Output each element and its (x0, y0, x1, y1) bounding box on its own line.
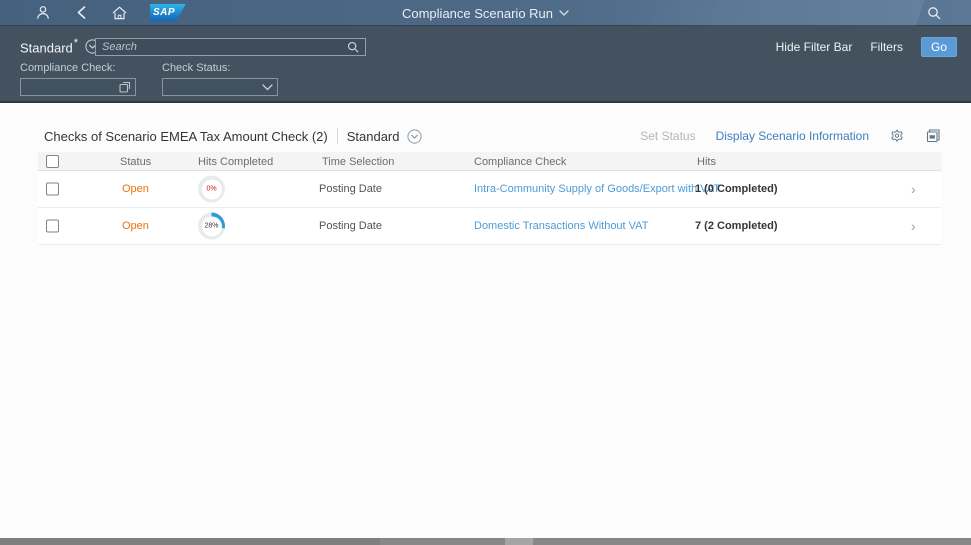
row-navigation-chevron-icon[interactable]: › (911, 219, 916, 233)
table-row[interactable]: Open 28% Posting Date Domestic Transacti… (38, 208, 941, 245)
app-title: Compliance Scenario Run (402, 6, 553, 21)
value-help-icon[interactable] (119, 81, 131, 93)
table-toolbar: Checks of Scenario EMEA Tax Amount Check… (0, 123, 971, 149)
progress-label: 28% (202, 216, 222, 236)
display-scenario-information-link[interactable]: Display Scenario Information (716, 129, 869, 143)
table-title: Checks of Scenario EMEA Tax Amount Check… (44, 129, 328, 144)
table-header-row: Status Hits Completed Time Selection Com… (38, 152, 941, 171)
status-value: Open (122, 183, 149, 195)
status-value: Open (122, 220, 149, 232)
variant-label: Standard (20, 40, 73, 55)
variant-chevron-circle-icon (407, 129, 422, 144)
sap-logo[interactable]: SAP (150, 4, 186, 22)
progress-indicator: 0% (198, 176, 225, 203)
progress-label: 0% (202, 179, 222, 199)
set-status-button[interactable]: Set Status (640, 129, 695, 143)
column-header-status: Status (120, 156, 151, 168)
search-icon[interactable] (925, 4, 943, 22)
compliance-check-input[interactable] (20, 78, 136, 96)
compliance-check-label: Compliance Check: (20, 62, 136, 74)
table-variant-selector[interactable]: Standard (347, 129, 422, 144)
column-header-time-selection: Time Selection (322, 156, 394, 168)
row-navigation-chevron-icon[interactable]: › (911, 182, 916, 196)
time-selection-value: Posting Date (319, 220, 382, 232)
column-header-compliance-check: Compliance Check (474, 156, 566, 168)
user-icon[interactable] (34, 4, 52, 22)
chevron-down-icon (559, 10, 569, 16)
back-icon[interactable] (72, 4, 90, 22)
settings-gear-icon[interactable] (889, 128, 905, 144)
compliance-check-link[interactable]: Intra-Community Supply of Goods/Export w… (474, 183, 720, 195)
table-row[interactable]: Open 0% Posting Date Intra-Community Sup… (38, 171, 941, 208)
hide-filter-bar-button[interactable]: Hide Filter Bar (776, 40, 853, 54)
select-all-checkbox[interactable] (46, 155, 59, 168)
export-spreadsheet-icon[interactable] (925, 128, 941, 144)
progress-indicator: 28% (198, 213, 225, 240)
check-status-select[interactable] (162, 78, 278, 96)
variant-selector[interactable]: Standard* (20, 37, 100, 57)
go-button[interactable]: Go (921, 37, 957, 57)
hits-value: 7 (2 Completed) (695, 220, 778, 232)
sap-logo-text: SAP (150, 7, 175, 18)
filter-search-input[interactable] (96, 41, 341, 53)
taskbar-segment (505, 538, 533, 545)
table-variant-label: Standard (347, 129, 400, 144)
chevron-down-icon (262, 84, 273, 91)
compliance-check-link[interactable]: Domestic Transactions Without VAT (474, 220, 648, 232)
filter-bar: Standard* Hide Filter Bar Filters Go Com… (0, 26, 971, 103)
row-checkbox[interactable] (46, 220, 59, 233)
check-status-label: Check Status: (162, 62, 278, 74)
filters-button[interactable]: Filters (870, 40, 903, 54)
hits-value: 1 (0 Completed) (695, 183, 778, 195)
column-header-hits-completed: Hits Completed (198, 156, 273, 168)
taskbar-segment (0, 538, 380, 545)
toolbar-separator (337, 128, 338, 144)
shell-bar: SAP Compliance Scenario Run (0, 0, 971, 26)
filter-search-icon[interactable] (341, 38, 365, 56)
variant-modified-marker: * (74, 37, 78, 49)
checks-table: Status Hits Completed Time Selection Com… (38, 152, 941, 245)
content-area: Checks of Scenario EMEA Tax Amount Check… (0, 103, 971, 538)
filter-search-box (95, 38, 366, 56)
row-checkbox[interactable] (46, 183, 59, 196)
time-selection-value: Posting Date (319, 183, 382, 195)
column-header-hits: Hits (697, 156, 716, 168)
home-icon[interactable] (110, 4, 128, 22)
bottom-taskbar (0, 538, 971, 545)
